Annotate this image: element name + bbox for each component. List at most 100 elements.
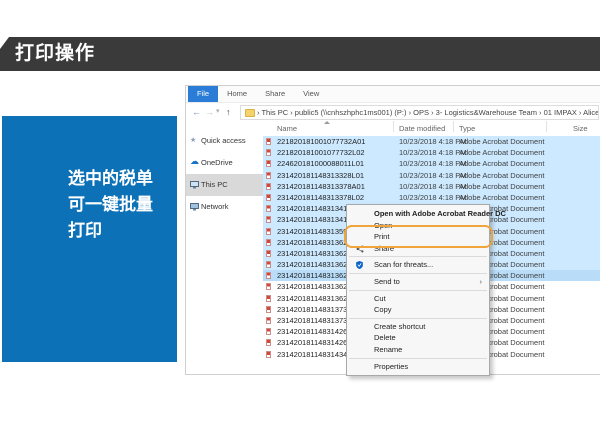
slide-title-banner: 打印操作 <box>0 37 600 71</box>
pdf-file-icon <box>266 306 271 313</box>
file-type: Adobe Acrobat Document <box>459 147 544 158</box>
file-date-modified: 10/23/2018 4:18 PM <box>399 136 467 147</box>
banner-corner-notch <box>0 37 9 49</box>
file-name: 231420181148313378L02 <box>277 192 364 203</box>
navigation-bar: ← → ▾ ↑ › This PC › public5 (\\cnhszhphc… <box>186 103 600 121</box>
menu-item-label: Delete <box>374 333 396 342</box>
callout-panel: 选中的税单 可一键批量 打印 <box>2 116 177 362</box>
file-row[interactable]: 231420181148313328L01 10/23/2018 4:18 PM… <box>263 170 600 181</box>
menu-item-label: Rename <box>374 345 402 354</box>
column-divider <box>546 121 547 132</box>
pdf-file-icon <box>266 272 271 279</box>
menu-item-label: Properties <box>374 362 408 371</box>
pdf-file-icon <box>266 351 271 358</box>
menu-item-label: Copy <box>374 305 392 314</box>
pdf-file-icon <box>266 317 271 324</box>
sidebar-item-this-pc[interactable]: This PC <box>186 174 263 196</box>
file-date-modified: 10/23/2018 4:18 PM <box>399 147 467 158</box>
context-menu-item-delete[interactable]: Delete <box>347 332 489 344</box>
file-name: 224620181000088011L01 <box>277 158 364 169</box>
context-menu-item-create-shortcut[interactable]: Create shortcut <box>347 321 489 333</box>
context-menu-item-copy[interactable]: Copy <box>347 304 489 316</box>
shield-icon <box>356 261 364 269</box>
pdf-file-icon <box>266 216 271 223</box>
callout-text: 选中的税单 可一键批量 打印 <box>68 166 153 244</box>
pdf-file-icon <box>266 138 271 145</box>
slide: 打印操作 选中的税单 可一键批量 打印 File Home Share View… <box>0 0 600 424</box>
callout-line: 可一键批量 <box>68 192 153 218</box>
menu-item-label: Cut <box>374 294 386 303</box>
pdf-file-icon <box>266 194 271 201</box>
star-icon: ★ <box>190 137 199 145</box>
explorer-sidebar: ★ Quick access ☁ OneDrive This PC Networ… <box>186 121 263 374</box>
file-type: Adobe Acrobat Document <box>459 158 544 169</box>
network-icon <box>190 203 199 211</box>
file-row[interactable]: 221820181001077732L02 10/23/2018 4:18 PM… <box>263 147 600 158</box>
pdf-file-icon <box>266 228 271 235</box>
file-date-modified: 10/23/2018 4:18 PM <box>399 192 467 203</box>
menu-item-label: Scan for threats... <box>374 260 433 269</box>
sidebar-item-quick-access[interactable]: ★ Quick access <box>186 130 263 152</box>
context-menu-item-properties[interactable]: Properties <box>347 361 489 373</box>
file-type: Adobe Acrobat Document <box>459 170 544 181</box>
callout-line: 打印 <box>68 218 153 244</box>
column-divider <box>453 121 454 132</box>
pdf-file-icon <box>266 283 271 290</box>
menu-separator <box>349 358 487 359</box>
context-menu-item-cut[interactable]: Cut <box>347 293 489 305</box>
file-date-modified: 10/23/2018 4:18 PM <box>399 181 467 192</box>
menu-separator <box>349 290 487 291</box>
context-menu-item-rename[interactable]: Rename <box>347 344 489 356</box>
tab-view[interactable]: View <box>294 86 328 102</box>
file-type: Adobe Acrobat Document <box>459 192 544 203</box>
column-header-name[interactable]: Name <box>277 121 297 136</box>
menu-separator <box>349 256 487 257</box>
sidebar-item-label: This PC <box>201 180 228 189</box>
file-type: Adobe Acrobat Document <box>459 181 544 192</box>
ribbon-tabstrip: File Home Share View <box>186 86 600 103</box>
file-row[interactable]: 231420181148313378A01 10/23/2018 4:18 PM… <box>263 181 600 192</box>
pdf-file-icon <box>266 149 271 156</box>
sidebar-item-onedrive[interactable]: ☁ OneDrive <box>186 152 263 174</box>
menu-separator <box>349 273 487 274</box>
pdf-file-icon <box>266 172 271 179</box>
page-title: 打印操作 <box>15 43 95 64</box>
callout-line: 选中的税单 <box>68 166 153 192</box>
column-header-size[interactable]: Size <box>573 121 588 136</box>
file-date-modified: 10/23/2018 4:18 PM <box>399 170 467 181</box>
menu-item-label: Open with Adobe Acrobat Reader DC <box>374 209 506 218</box>
submenu-arrow-icon: › <box>480 276 483 288</box>
monitor-icon <box>190 181 199 189</box>
back-icon[interactable]: ← <box>192 104 201 120</box>
sidebar-item-network[interactable]: Network <box>186 196 263 218</box>
pdf-file-icon <box>266 261 271 268</box>
forward-icon[interactable]: → <box>205 104 214 120</box>
column-headers: Name Date modified Type Size <box>263 121 600 136</box>
context-menu-item-open-with-adobe-acrobat-reader-dc[interactable]: Open with Adobe Acrobat Reader DC <box>347 208 489 220</box>
file-type: Adobe Acrobat Document <box>459 136 544 147</box>
pdf-file-icon <box>266 160 271 167</box>
pdf-file-icon <box>266 250 271 257</box>
menu-item-label: Send to <box>374 277 400 286</box>
file-explorer-window: File Home Share View ← → ▾ ↑ › This PC ›… <box>185 85 600 375</box>
tab-home[interactable]: Home <box>218 86 256 102</box>
file-name: 231420181148313378A01 <box>277 181 365 192</box>
tab-share[interactable]: Share <box>256 86 294 102</box>
file-row[interactable]: 224620181000088011L01 10/23/2018 4:18 PM… <box>263 158 600 169</box>
context-menu-item-scan-for-threats[interactable]: Scan for threats... <box>347 259 489 271</box>
breadcrumb[interactable]: › This PC › public5 (\\cnhszhphc1ms001) … <box>257 108 599 117</box>
file-name: 221820181001077732L02 <box>277 147 365 158</box>
column-header-date-modified[interactable]: Date modified <box>399 121 445 136</box>
pdf-file-icon <box>266 205 271 212</box>
column-header-type[interactable]: Type <box>459 121 475 136</box>
pdf-file-icon <box>266 183 271 190</box>
context-menu-item-send-to[interactable]: Send to › <box>347 276 489 288</box>
up-icon[interactable]: ↑ <box>226 104 231 120</box>
history-dropdown-icon[interactable]: ▾ <box>216 104 220 120</box>
menu-item-label: Create shortcut <box>374 322 425 331</box>
file-row[interactable]: 231420181148313378L02 10/23/2018 4:18 PM… <box>263 192 600 203</box>
pdf-file-icon <box>266 239 271 246</box>
tab-file[interactable]: File <box>188 86 218 102</box>
address-bar[interactable]: › This PC › public5 (\\cnhszhphc1ms001) … <box>240 105 599 120</box>
file-row[interactable]: 221820181001077732A01 10/23/2018 4:18 PM… <box>263 136 600 147</box>
